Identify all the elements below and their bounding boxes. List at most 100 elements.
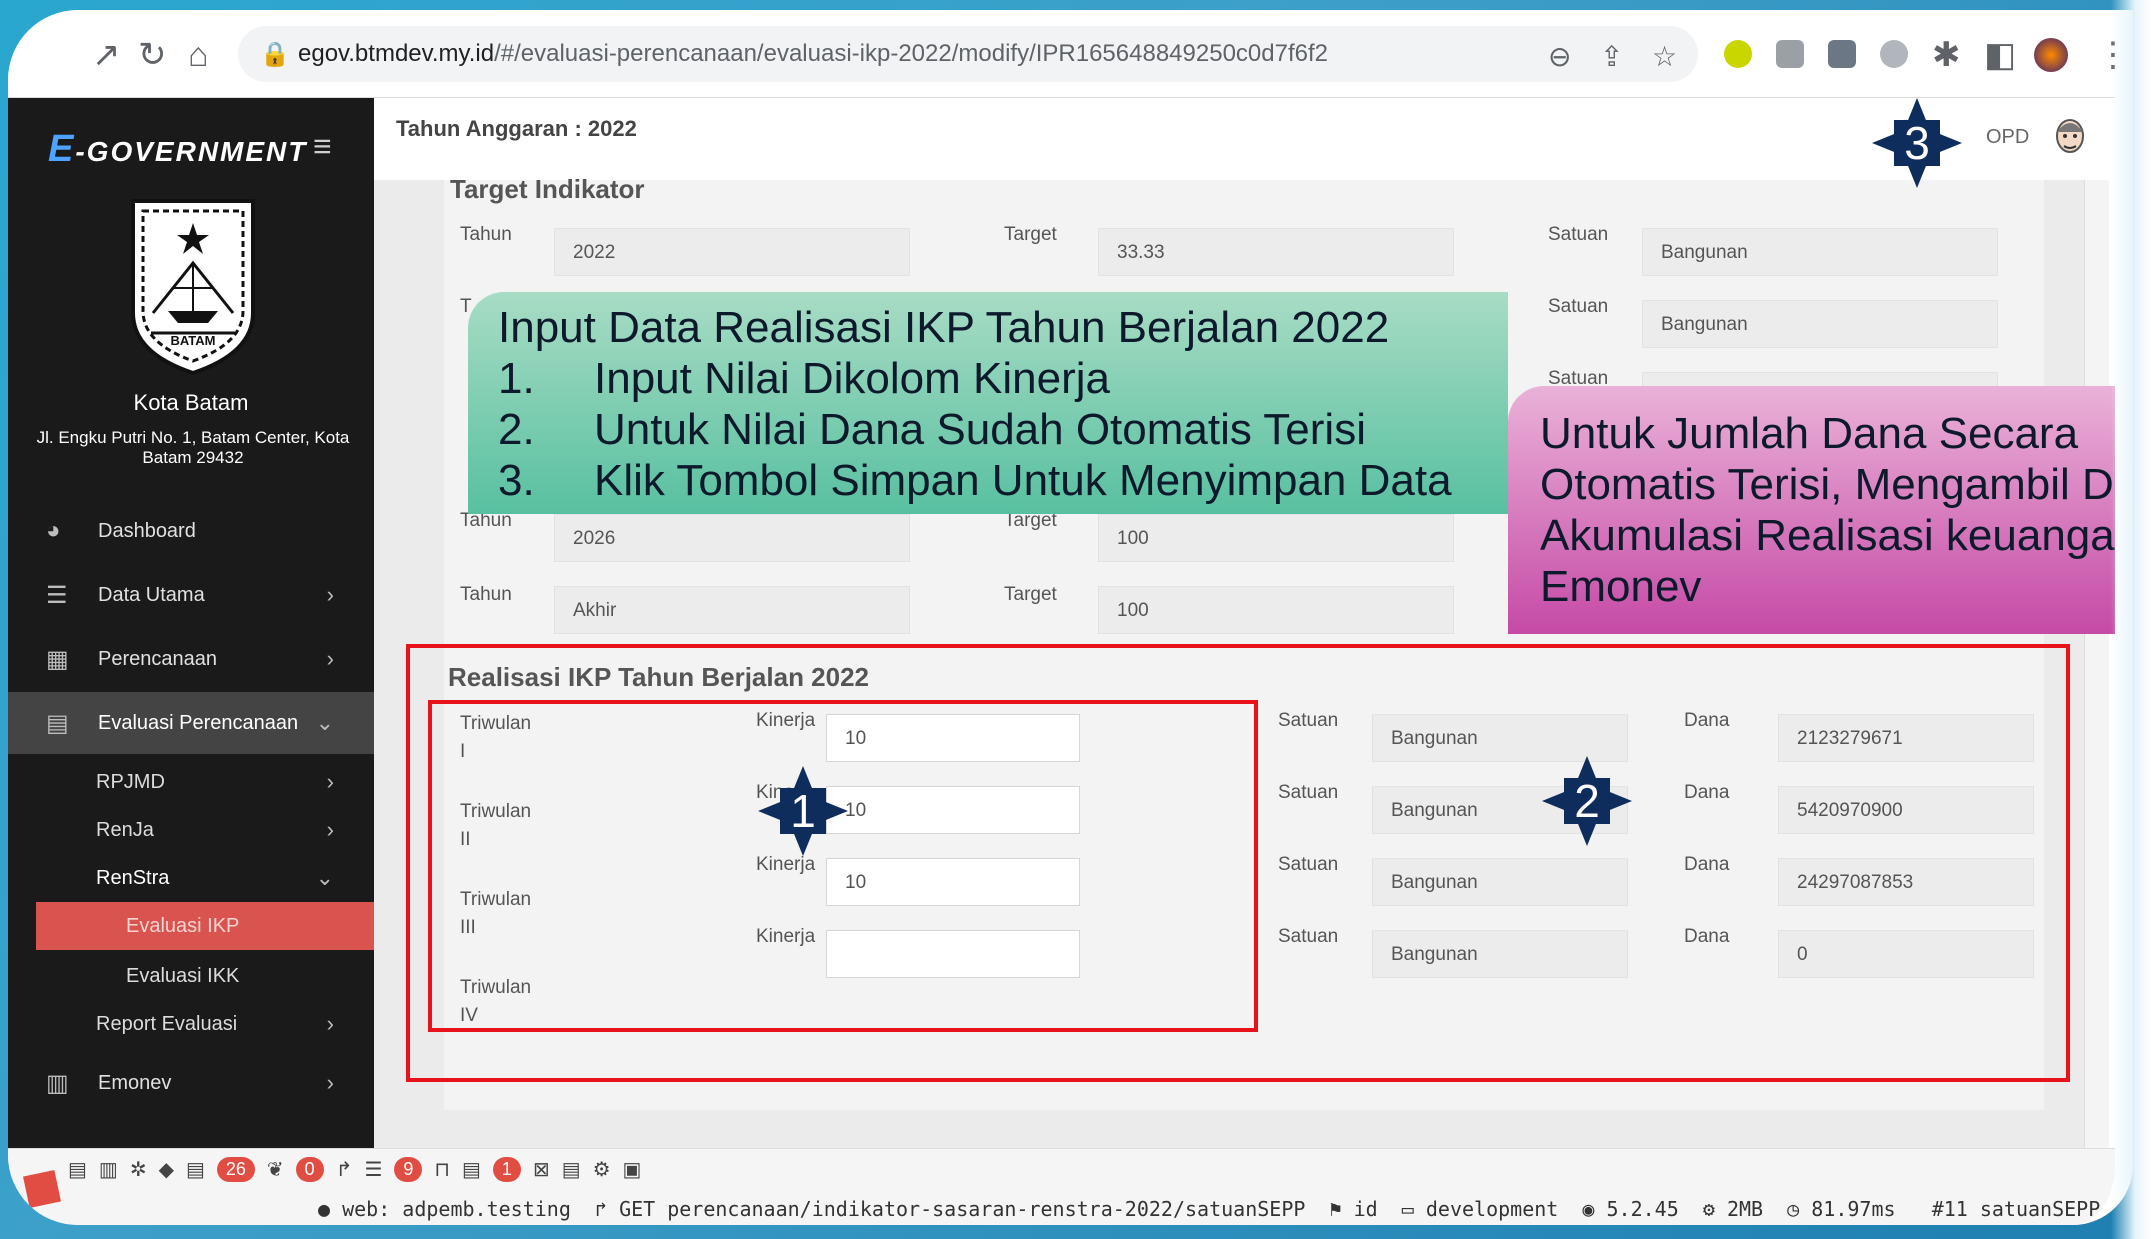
- zoom-icon[interactable]: ⊖: [1548, 40, 1571, 73]
- share-icon[interactable]: ⇪: [1600, 40, 1623, 73]
- address-bar[interactable]: 🔒 egov.btmdev.my.id/#/evaluasi-perencana…: [238, 26, 1698, 82]
- menu-evaluasi-perencanaan[interactable]: ▤ Evaluasi Perencanaan ⌄: [8, 692, 374, 754]
- target-satuan-field[interactable]: Bangunan: [1642, 228, 1998, 276]
- profile-avatar[interactable]: [2034, 38, 2068, 72]
- flag-icon: ⚑: [1329, 1197, 1342, 1221]
- inbox-icon[interactable]: ⊓: [434, 1157, 450, 1182]
- menu-label: Perencanaan: [98, 647, 217, 670]
- target-value-field[interactable]: 33.33: [1098, 228, 1454, 276]
- leaf-icon[interactable]: ❦: [267, 1157, 284, 1182]
- submenu-evaluasi-ikk[interactable]: Evaluasi IKK: [8, 952, 374, 1000]
- chevron-right-icon: ›: [326, 817, 334, 842]
- instruction-step: 1. Input Nilai Dikolom Kinerja: [498, 354, 1110, 403]
- extension-tb-icon[interactable]: [1828, 40, 1856, 68]
- menu-emonev[interactable]: ▥ Emonev ›: [8, 1052, 374, 1114]
- submenu-report-evaluasi[interactable]: Report Evaluasi ›: [8, 1000, 374, 1048]
- menu-label: Dashboard: [98, 519, 196, 542]
- instruction-title: Input Data Realisasi IKP Tahun Berjalan …: [498, 303, 1390, 352]
- slide-edge-decoration: [2111, 0, 2151, 1239]
- debugbar-logo-icon[interactable]: [23, 1170, 61, 1208]
- menu-label: Emonev: [98, 1071, 172, 1094]
- github-icon: ◉: [1582, 1197, 1595, 1221]
- extension-image-icon[interactable]: [1776, 40, 1804, 68]
- browser-toolbar: ↗ ↻ ⌂ 🔒 egov.btmdev.my.id/#/evaluasi-per…: [8, 10, 2115, 98]
- target-value-field[interactable]: 100: [1098, 586, 1454, 634]
- debug-version: 5.2.45: [1606, 1197, 1679, 1221]
- note-line: Emonev: [1540, 562, 1702, 611]
- list-count-badge[interactable]: 1: [492, 1157, 521, 1182]
- debugbar-status-line: ● web: adpemb.testing ↱ GET perencanaan/…: [318, 1197, 2115, 1221]
- user-role[interactable]: OPD: [1986, 126, 2029, 149]
- timeline-icon[interactable]: ▥: [99, 1157, 118, 1182]
- debug-env: development: [1425, 1197, 1559, 1221]
- database-icon[interactable]: ☰: [364, 1157, 382, 1182]
- target-tahun-field[interactable]: Akhir: [554, 586, 910, 634]
- calendar-icon: ▦: [46, 645, 69, 673]
- monitor-icon: ▭: [1401, 1197, 1414, 1221]
- label-tahun: Tahun: [460, 224, 512, 245]
- bookmark-star-icon[interactable]: ☆: [1652, 40, 1677, 73]
- submenu-rpjmd[interactable]: RPJMD ›: [8, 758, 374, 806]
- submenu-label: RPJMD: [96, 770, 165, 793]
- session-icon[interactable]: ▤: [562, 1157, 581, 1182]
- menu-label: Data Utama: [98, 583, 205, 606]
- route-icon[interactable]: ↱: [336, 1157, 353, 1182]
- step-badge-3: 3: [1872, 98, 1962, 188]
- debug-request-select[interactable]: #11 satuanSEPP (ajax) (13:5: [1932, 1197, 2115, 1221]
- extension-green-icon[interactable]: [1724, 40, 1752, 68]
- list-icon[interactable]: ▤: [462, 1157, 481, 1182]
- views-icon[interactable]: ▤: [186, 1157, 205, 1182]
- extension-globe-icon[interactable]: [1880, 40, 1908, 68]
- chevron-right-icon: ›: [326, 1070, 334, 1095]
- debug-web: web: adpemb.testing: [342, 1197, 571, 1221]
- note-line: Akumulasi Realisasi keuangan: [1540, 511, 2133, 560]
- messages-icon[interactable]: ▤: [68, 1157, 87, 1182]
- gear-icon[interactable]: ⚙: [593, 1157, 611, 1182]
- reload-icon[interactable]: ↻: [138, 38, 167, 72]
- target-satuan-field[interactable]: Bangunan: [1642, 300, 1998, 348]
- target-value-field[interactable]: 100: [1098, 514, 1454, 562]
- submenu-label: RenJa: [96, 818, 154, 841]
- submenu-renstra[interactable]: RenStra ⌄: [8, 854, 374, 902]
- tag-icon[interactable]: ◆: [159, 1157, 174, 1182]
- forward-icon[interactable]: ↗: [92, 38, 121, 72]
- hamburger-menu-icon[interactable]: ≡: [313, 128, 332, 165]
- leaf-count-badge[interactable]: 0: [295, 1157, 324, 1182]
- submenu-renja[interactable]: RenJa ›: [8, 806, 374, 854]
- lock-icon[interactable]: ⊠: [533, 1157, 550, 1182]
- views-count-badge[interactable]: 26: [216, 1157, 255, 1182]
- egov-logo[interactable]: E-GOVERNMENT: [48, 128, 307, 171]
- debug-locale: id: [1353, 1197, 1378, 1221]
- sidepanel-icon[interactable]: ◧: [1984, 38, 2016, 72]
- scrollbar[interactable]: [2084, 180, 2109, 1148]
- menu-dashboard[interactable]: ◕ Dashboard: [8, 500, 374, 562]
- user-avatar[interactable]: [2049, 114, 2091, 164]
- url-text: egov.btmdev.my.id/#/evaluasi-perencanaan…: [298, 40, 1328, 67]
- label-target: Target: [1004, 584, 1057, 605]
- debug-time: 81.97ms: [1811, 1197, 1896, 1221]
- archive-icon[interactable]: ▣: [623, 1157, 642, 1182]
- submenu-label: Evaluasi IKK: [126, 964, 240, 987]
- menu-data-utama[interactable]: ☰ Data Utama ›: [8, 564, 374, 626]
- submenu-label: Report Evaluasi: [96, 1012, 238, 1035]
- submenu-evaluasi-ikp[interactable]: Evaluasi IKP: [36, 902, 374, 950]
- chevron-down-icon: ⌄: [315, 710, 334, 735]
- step-badge-1: 1: [758, 766, 848, 856]
- queries-count-badge[interactable]: 9: [394, 1157, 423, 1182]
- home-icon[interactable]: ⌂: [188, 38, 209, 72]
- debug-bar: ▤ ▥ ✲ ◆ ▤ 26 ❦ 0 ↱ ☰ 9 ⊓ ▤ 1 ⊠ ▤ ⚙ ▣ ● w…: [8, 1148, 2115, 1225]
- menu-label: Evaluasi Perencanaan: [98, 711, 299, 734]
- clock-icon: ◷: [1787, 1197, 1800, 1221]
- bug-icon[interactable]: ✲: [130, 1157, 147, 1182]
- target-tahun-field[interactable]: 2022: [554, 228, 910, 276]
- chevron-right-icon: ›: [326, 582, 334, 607]
- pie-chart-icon: ◕: [46, 517, 61, 544]
- puzzle-extensions-icon[interactable]: ✱: [1932, 38, 1961, 72]
- label-target: Target: [1004, 224, 1057, 245]
- step-badge-2: 2: [1542, 756, 1632, 846]
- debug-route: GET perencanaan/indikator-sasaran-renstr…: [619, 1197, 1306, 1221]
- submenu-label: Evaluasi IKP: [126, 914, 240, 937]
- menu-perencanaan[interactable]: ▦ Perencanaan ›: [8, 628, 374, 690]
- target-tahun-field[interactable]: 2026: [554, 514, 910, 562]
- note-line: Otomatis Terisi, Mengambil Da: [1540, 460, 2133, 509]
